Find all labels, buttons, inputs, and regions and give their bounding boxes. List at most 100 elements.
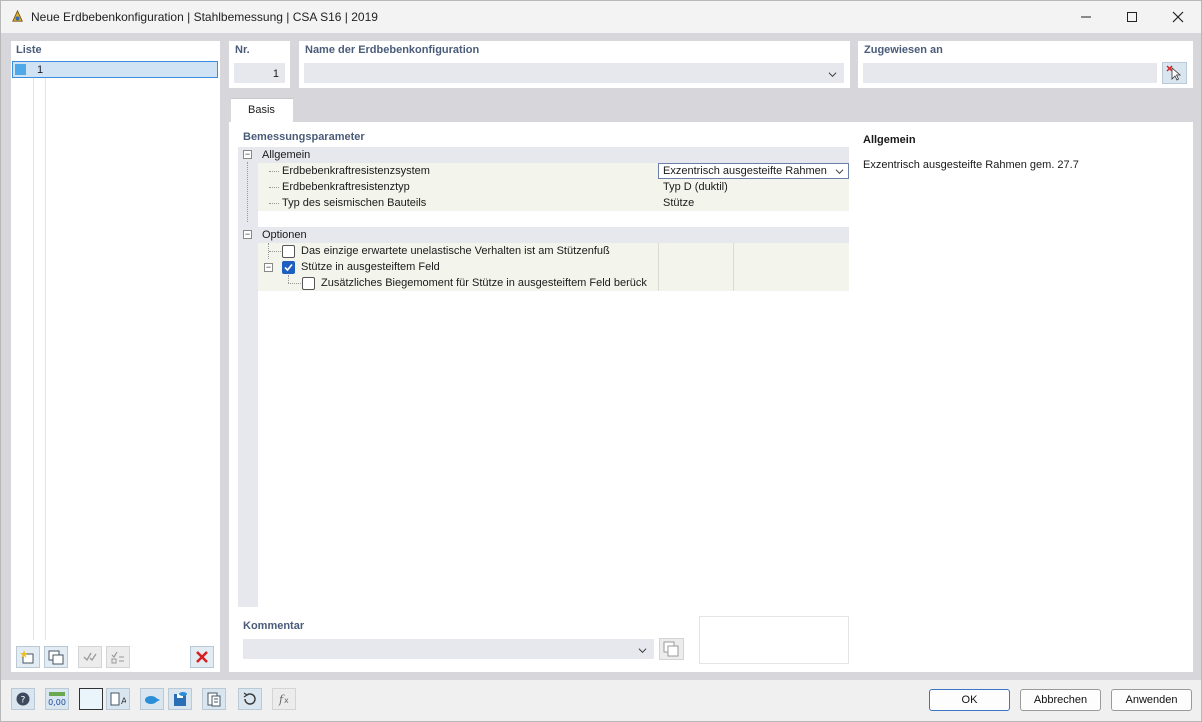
- param-value[interactable]: Typ D (duktil): [663, 181, 728, 193]
- svg-text:?: ?: [21, 696, 26, 706]
- copy-icon: [48, 650, 64, 665]
- decimals-icon: 0,00: [48, 692, 66, 707]
- param-row: Erdbebenkraftresistenztyp Typ D (duktil): [258, 179, 849, 195]
- svg-text:A: A: [121, 697, 126, 707]
- units-icon: A: [110, 692, 126, 707]
- option-label: Das einzige erwartete unelastische Verha…: [301, 245, 610, 257]
- delete-icon: [196, 651, 208, 663]
- option-label: Zusätzliches Biegemoment für Stütze in a…: [321, 277, 647, 289]
- tree-line: [288, 283, 301, 284]
- new-item-button[interactable]: [16, 646, 40, 668]
- param-row: Erdbebenkraftresistenzsystem: [258, 163, 658, 179]
- svg-text:0,00: 0,00: [48, 698, 66, 707]
- color-button[interactable]: [79, 688, 103, 710]
- uncheck-all-icon: [111, 651, 124, 664]
- select-cursor-icon: [1166, 65, 1182, 81]
- list-label: Liste: [16, 44, 42, 56]
- option-checkbox[interactable]: [302, 277, 315, 290]
- dialog-window: Neue Erdbebenkonfiguration | Stahlbemess…: [0, 0, 1202, 722]
- params-label: Bemessungsparameter: [243, 131, 365, 143]
- group-optionen-label: Optionen: [262, 229, 307, 241]
- comment-copy-button[interactable]: [659, 638, 684, 660]
- option-checkbox[interactable]: [282, 245, 295, 258]
- copy-icon: [663, 641, 679, 657]
- save-button[interactable]: [168, 688, 192, 710]
- ok-button[interactable]: OK: [929, 689, 1010, 711]
- copy-item-button[interactable]: [44, 646, 68, 668]
- nr-field[interactable]: 1: [234, 63, 285, 83]
- comment-combobox[interactable]: [243, 639, 654, 659]
- chevron-down-icon: [638, 648, 647, 654]
- new-item-icon: [20, 650, 34, 664]
- name-label: Name der Erdbebenkonfiguration: [305, 44, 480, 56]
- list-column-divider: [33, 78, 34, 640]
- check-all-button[interactable]: [78, 646, 102, 668]
- reset-icon: [243, 692, 256, 705]
- checkmark-icon: [284, 263, 293, 272]
- name-combobox[interactable]: [304, 63, 844, 83]
- collapse-icon[interactable]: −: [243, 230, 252, 239]
- maximize-button[interactable]: [1109, 1, 1155, 33]
- tree-gutter: [238, 147, 258, 607]
- tab-strip: Basis: [229, 96, 1193, 122]
- tab-basis-label: Basis: [248, 104, 275, 116]
- list-item[interactable]: 1: [12, 61, 218, 78]
- param-value[interactable]: Stütze: [663, 197, 694, 209]
- tree-line: [269, 171, 279, 172]
- report-icon: [207, 692, 221, 707]
- bottom-bar: ? 0,00 A fx OK Abbrechen Anwenden: [1, 680, 1201, 721]
- formula-icon: fx: [278, 693, 289, 706]
- cloud-button[interactable]: [140, 688, 164, 710]
- reset-button[interactable]: [238, 688, 262, 710]
- apply-button[interactable]: Anwenden: [1111, 689, 1192, 711]
- color-swatch: [15, 64, 26, 75]
- tab-basis[interactable]: Basis: [231, 98, 293, 122]
- tree-line: [269, 187, 279, 188]
- info-panel: Allgemein Exzentrisch ausgesteifte Rahme…: [858, 128, 1184, 664]
- tree-line: [288, 275, 289, 283]
- cancel-button[interactable]: Abbrechen: [1020, 689, 1101, 711]
- esrs-select[interactable]: Exzentrisch ausgesteifte Rahmen: [658, 163, 849, 179]
- list-item-number: 1: [37, 64, 44, 76]
- chevron-down-icon: [835, 169, 844, 175]
- param-name: Erdbebenkraftresistenzsystem: [282, 165, 430, 177]
- help-icon: ?: [16, 692, 30, 706]
- tree-line: [269, 251, 281, 252]
- tree-line: [247, 162, 248, 222]
- collapse-icon[interactable]: −: [243, 150, 252, 159]
- option-checkbox-checked[interactable]: [282, 261, 295, 274]
- list-panel: Liste 1: [11, 41, 220, 672]
- chevron-down-icon: [828, 72, 837, 78]
- option-label: Stütze in ausgesteiftem Feld: [301, 261, 440, 273]
- units-button[interactable]: A: [106, 688, 130, 710]
- column-divider: [733, 243, 734, 291]
- group-optionen[interactable]: − Optionen: [238, 227, 849, 243]
- close-button[interactable]: [1155, 1, 1201, 33]
- decimals-button[interactable]: 0,00: [45, 688, 69, 710]
- maximize-icon: [1127, 12, 1137, 22]
- info-text: Exzentrisch ausgesteifte Rahmen gem. 27.…: [863, 159, 1079, 171]
- comment-panel: Kommentar: [238, 616, 689, 664]
- collapse-icon[interactable]: −: [264, 263, 273, 272]
- select-objects-button[interactable]: [1162, 62, 1187, 84]
- cloud-icon: [145, 696, 160, 704]
- tree-line: [269, 203, 279, 204]
- uncheck-all-button[interactable]: [106, 646, 130, 668]
- formula-button[interactable]: fx: [272, 688, 296, 710]
- param-name: Erdbebenkraftresistenztyp: [282, 181, 410, 193]
- app-icon: [12, 9, 23, 22]
- assigned-panel: Zugewiesen an: [858, 41, 1193, 88]
- svg-text:x: x: [284, 696, 289, 705]
- group-allgemein[interactable]: − Allgemein: [238, 147, 849, 163]
- delete-button[interactable]: [190, 646, 214, 668]
- preview-box: [699, 616, 849, 664]
- assigned-label: Zugewiesen an: [864, 44, 943, 56]
- minimize-button[interactable]: [1063, 1, 1109, 33]
- check-all-icon: [83, 652, 97, 662]
- assigned-field[interactable]: [863, 63, 1157, 83]
- report-button[interactable]: [202, 688, 226, 710]
- help-button[interactable]: ?: [11, 688, 35, 710]
- comment-label: Kommentar: [243, 620, 305, 632]
- close-icon: [1172, 11, 1184, 23]
- name-panel: Name der Erdbebenkonfiguration: [299, 41, 850, 88]
